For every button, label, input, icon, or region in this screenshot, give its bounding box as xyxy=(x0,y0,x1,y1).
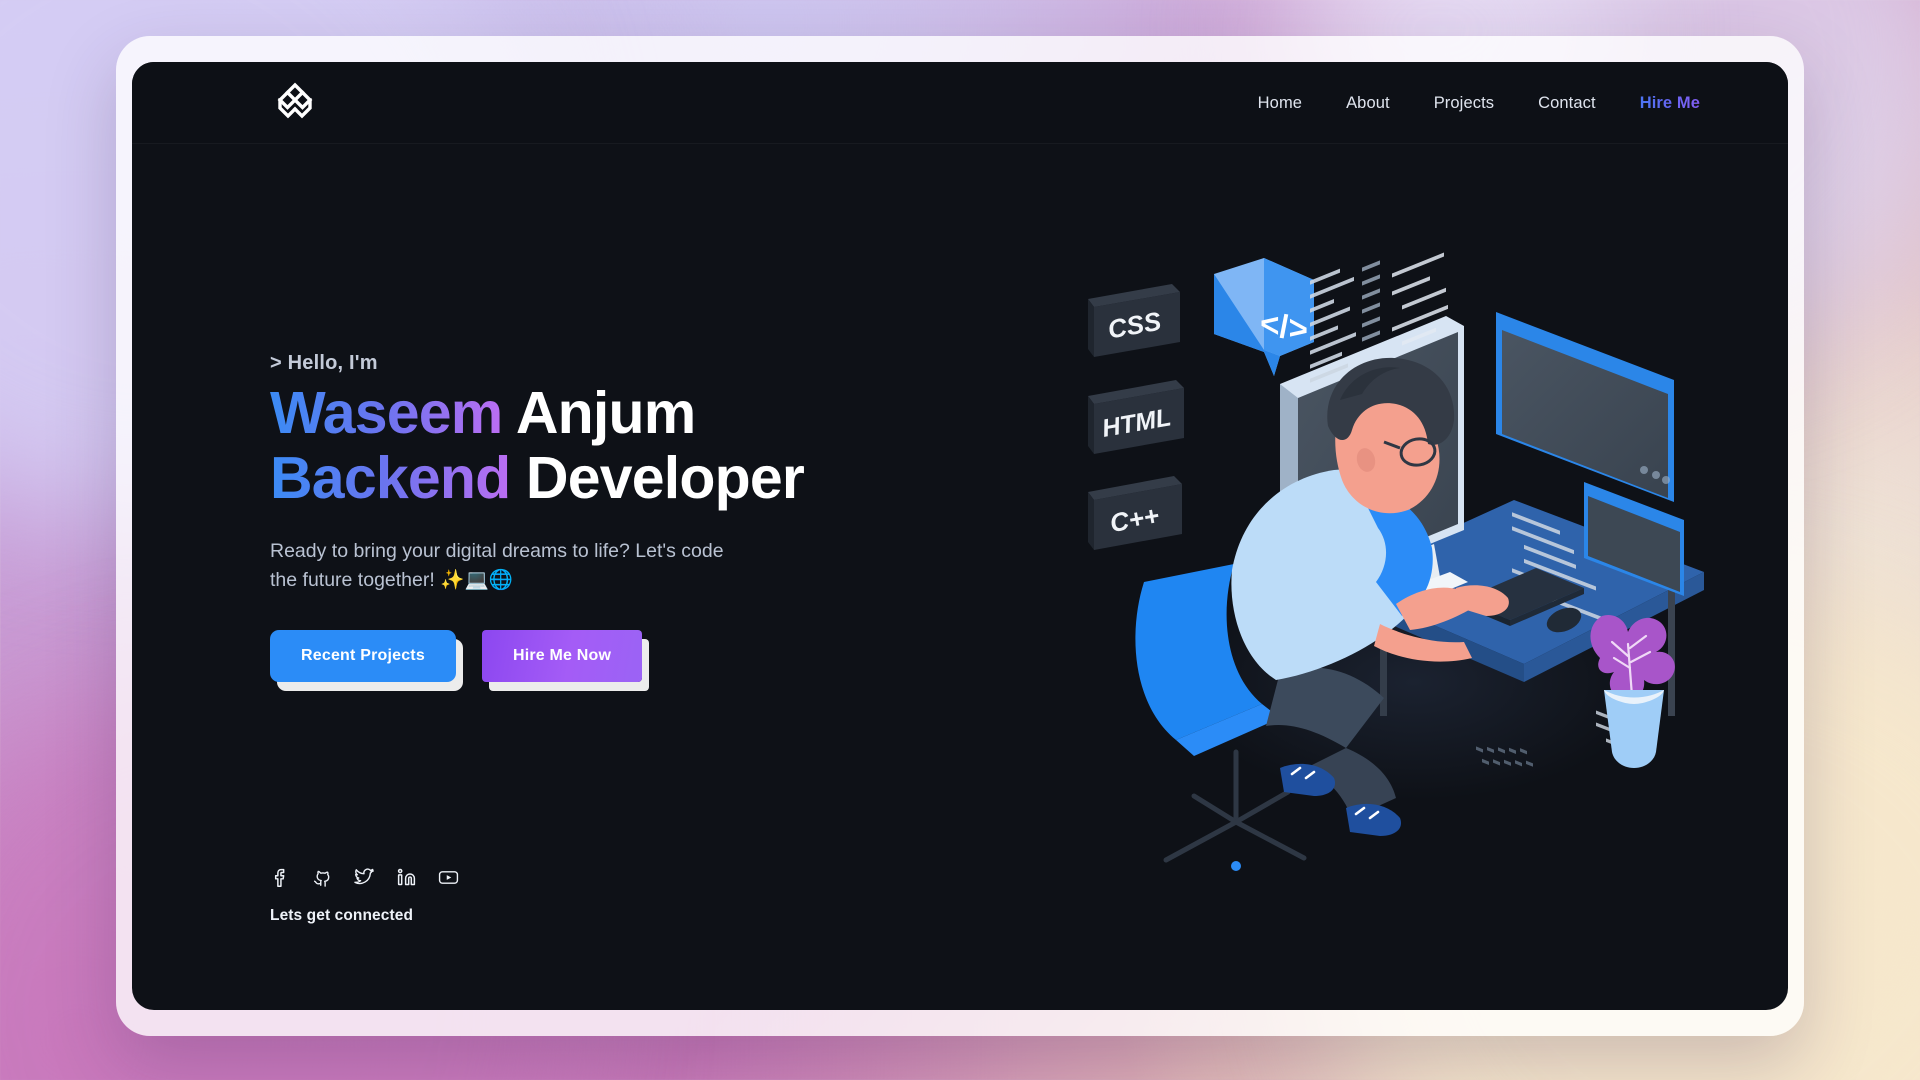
code-speech-bubble: </> xyxy=(1214,258,1314,376)
hero-role-heading: Backend Developer xyxy=(270,444,890,511)
facebook-icon[interactable] xyxy=(270,867,291,888)
twitter-icon[interactable] xyxy=(354,867,375,888)
hero-name-heading: Waseem Anjum xyxy=(270,381,890,446)
linkedin-icon[interactable] xyxy=(396,867,417,888)
hero-role-accent: Backend xyxy=(270,444,511,511)
hire-me-now-button[interactable]: Hire Me Now xyxy=(481,630,643,683)
site-header: Home About Projects Contact Hire Me xyxy=(132,62,1788,144)
hero-role-rest: Developer xyxy=(510,444,805,511)
desk-leg-right xyxy=(1668,588,1675,716)
nav-item-projects[interactable]: Projects xyxy=(1412,94,1516,113)
nav-item-hire-me[interactable]: Hire Me xyxy=(1618,94,1736,113)
nav-item-about[interactable]: About xyxy=(1324,94,1412,113)
developer-at-desk-illustration: CSS HTML C++ </> xyxy=(1084,252,1724,892)
hero-subtitle: Ready to bring your digital dreams to li… xyxy=(270,539,724,592)
nav-item-contact[interactable]: Contact xyxy=(1516,94,1618,113)
svg-text:</>: </> xyxy=(1260,305,1308,349)
recent-projects-button[interactable]: Recent Projects xyxy=(270,630,456,683)
badge-cpp: C++ xyxy=(1088,476,1182,550)
logo-mark-icon[interactable] xyxy=(270,78,320,128)
portfolio-page-card: Home About Projects Contact Hire Me > He… xyxy=(132,62,1788,1010)
socials-label: Lets get connected xyxy=(270,907,414,924)
nav-item-home[interactable]: Home xyxy=(1236,94,1324,113)
hero-name-rest: Anjum xyxy=(502,380,696,446)
github-icon[interactable] xyxy=(312,867,333,888)
social-links xyxy=(270,867,459,888)
hero-button-row: Recent Projects Hire Me Now xyxy=(270,630,890,683)
hero-name-accent: Waseem xyxy=(270,380,503,446)
youtube-icon[interactable] xyxy=(438,867,459,888)
badge-html: HTML xyxy=(1088,380,1184,454)
main-navigation: Home About Projects Contact Hire Me xyxy=(1236,62,1736,144)
hero-greeting: > Hello, I'm xyxy=(270,352,378,374)
hero-section: > Hello, I'm Waseem Anjum Backend Develo… xyxy=(270,352,890,683)
badge-css: CSS xyxy=(1088,284,1180,357)
